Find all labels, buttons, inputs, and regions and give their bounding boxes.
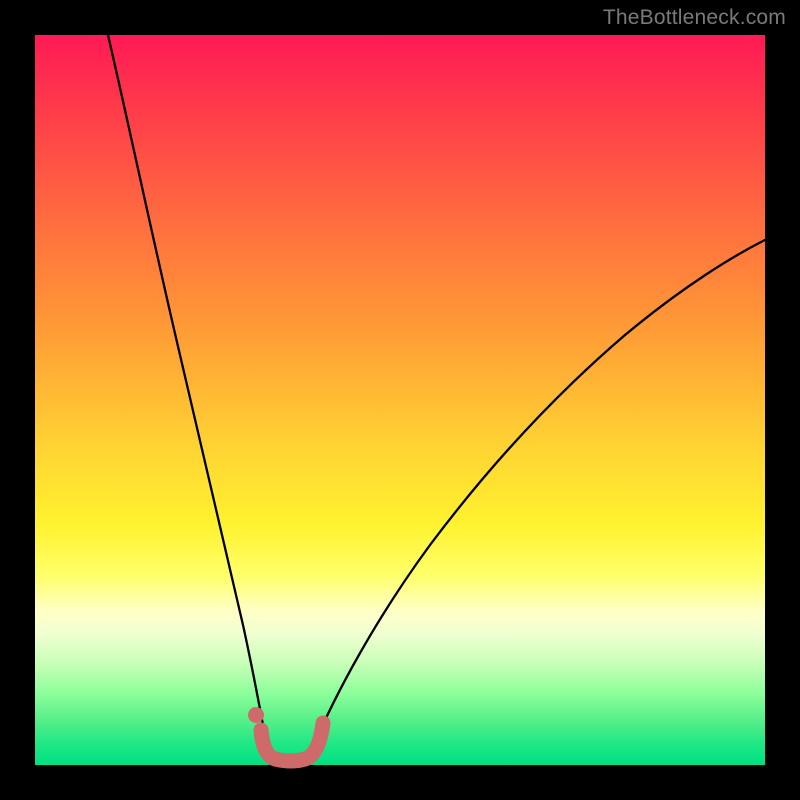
watermark-text: TheBottleneck.com bbox=[603, 6, 786, 30]
chart-frame: TheBottleneck.com bbox=[0, 0, 800, 800]
bottom-u-marker bbox=[261, 723, 323, 761]
marker-dot-icon bbox=[248, 707, 264, 723]
plot-area bbox=[35, 35, 765, 765]
curve-right-branch bbox=[313, 240, 765, 747]
curve-left-branch bbox=[108, 35, 267, 747]
curve-layer bbox=[35, 35, 765, 765]
